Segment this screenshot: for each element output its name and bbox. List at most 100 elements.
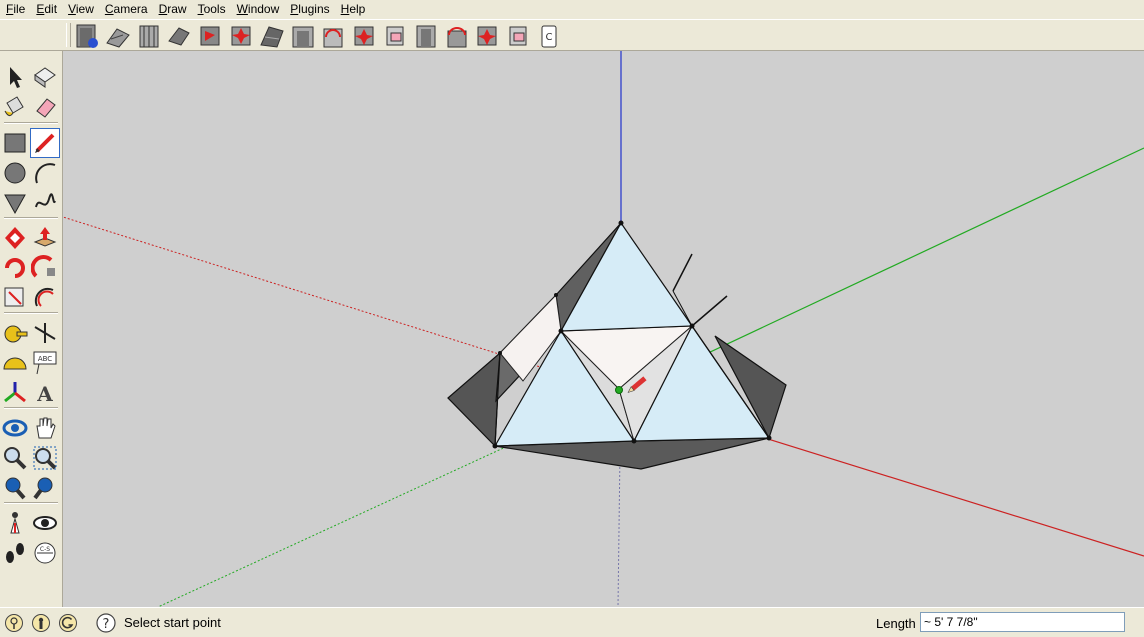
spike-2 — [691, 295, 728, 327]
zoom-extents-icon[interactable] — [1, 474, 29, 502]
sign-in-icon[interactable] — [58, 613, 78, 633]
eraser-frame-icon[interactable] — [382, 23, 408, 49]
model-canvas[interactable] — [63, 51, 1144, 607]
star-frame-icon[interactable] — [474, 23, 500, 49]
svg-text:A: A — [36, 382, 53, 406]
menu-accelerator-key: V — [68, 2, 76, 16]
vertex-top — [618, 220, 624, 226]
menu-accelerator-key: W — [236, 2, 248, 16]
text-tool-label: ABC — [38, 355, 52, 363]
vertex-bottom-left — [492, 443, 498, 449]
menu-label-rest: raw — [167, 2, 187, 16]
zoom-window-icon[interactable] — [31, 444, 59, 472]
walk-icon[interactable] — [1, 539, 29, 567]
tape-measure-icon[interactable] — [1, 319, 29, 347]
line-pencil-icon[interactable] — [30, 128, 60, 158]
vertex-left — [558, 328, 564, 334]
vertex-bottom-right — [766, 435, 772, 441]
scroll-icon[interactable]: C — [536, 23, 562, 49]
dimension-icon[interactable] — [31, 319, 59, 347]
door-frame-icon[interactable] — [290, 23, 316, 49]
offset-icon[interactable] — [31, 284, 59, 312]
credits-icon[interactable] — [31, 613, 51, 633]
make-component-icon[interactable] — [31, 63, 59, 91]
menu-label-rest: ile — [13, 2, 26, 16]
zoom-icon[interactable] — [1, 444, 29, 472]
menu-label-rest: ools — [203, 2, 226, 16]
menu-label-rest: iew — [75, 2, 94, 16]
large-tool-set-panel: ABC A C-S — [0, 51, 63, 607]
status-bar: ? Select start point Length — [0, 607, 1144, 637]
position-camera-icon[interactable] — [1, 509, 29, 537]
tool-separator — [4, 502, 58, 504]
select-icon[interactable] — [1, 63, 29, 91]
measurements-input[interactable] — [920, 612, 1125, 632]
axes-icon[interactable] — [1, 379, 29, 407]
pink-frame-icon[interactable] — [505, 23, 531, 49]
eraser-icon[interactable] — [31, 93, 59, 121]
circle-icon[interactable] — [1, 159, 29, 187]
window-unit-icon[interactable] — [351, 23, 377, 49]
vertex-right — [689, 323, 695, 329]
svg-text:?: ? — [103, 617, 110, 632]
follow-me-icon[interactable] — [30, 254, 59, 282]
blue-axis-hidden — [617, 450, 621, 607]
tool-separator — [4, 407, 58, 409]
menu-label-rest: indow — [247, 2, 280, 16]
vertex-bottom-mid — [631, 438, 637, 444]
toolbar-grip[interactable] — [66, 23, 71, 47]
look-around-icon[interactable] — [31, 509, 59, 537]
3d-text-icon[interactable]: A — [31, 379, 59, 407]
pyramid-model[interactable] — [447, 220, 787, 470]
window-tool-icon[interactable] — [197, 23, 223, 49]
geo-location-icon[interactable] — [4, 613, 24, 633]
roof-truss-icon[interactable] — [259, 23, 285, 49]
arch-window-icon[interactable] — [320, 23, 346, 49]
move-icon[interactable] — [1, 224, 29, 252]
arch-door-icon[interactable] — [444, 23, 470, 49]
tool-separator — [4, 122, 58, 124]
menu-label-rest: lugins — [298, 2, 330, 16]
menu-help[interactable]: Help — [335, 0, 371, 19]
railing-icon[interactable] — [136, 23, 162, 49]
doors-icon[interactable] — [74, 23, 100, 49]
red-axis-hidden — [63, 216, 624, 394]
menu-draw[interactable]: Draw — [153, 0, 192, 19]
menu-window[interactable]: Window — [231, 0, 285, 19]
menu-label-rest: dit — [44, 2, 58, 16]
menu-view[interactable]: View — [62, 0, 99, 19]
paint-bucket-icon[interactable] — [1, 93, 29, 121]
menu-tools[interactable]: Tools — [192, 0, 231, 19]
polygon-icon[interactable] — [1, 189, 29, 217]
instructor-help-icon[interactable]: ? — [96, 613, 116, 633]
stairs-icon[interactable] — [105, 23, 131, 49]
menu-camera[interactable]: Camera — [99, 0, 153, 19]
rotate-icon[interactable] — [1, 254, 29, 282]
pan-icon[interactable] — [31, 414, 59, 442]
3d-viewport[interactable] — [63, 51, 1144, 607]
menu-plugins[interactable]: Plugins — [284, 0, 334, 19]
text-icon[interactable]: ABC — [31, 349, 59, 377]
previous-view-icon[interactable] — [31, 474, 59, 502]
arc-icon[interactable] — [31, 159, 59, 187]
sash-icon[interactable] — [228, 23, 254, 49]
tool-separator — [4, 312, 58, 314]
protractor-icon[interactable] — [1, 349, 29, 377]
menu-edit[interactable]: Edit — [30, 0, 62, 19]
orbit-icon[interactable] — [1, 414, 29, 442]
menu-file[interactable]: File — [0, 0, 30, 19]
plugin-toolbar: C — [0, 19, 1144, 51]
freehand-icon[interactable] — [31, 189, 59, 217]
status-message: Select start point — [124, 615, 221, 630]
scale-icon[interactable] — [1, 284, 29, 312]
roof-icon[interactable] — [166, 23, 192, 49]
spike-1 — [672, 253, 693, 292]
column-icon[interactable] — [413, 23, 439, 49]
vertex-back — [554, 293, 558, 297]
menu-accelerator-key: C — [104, 2, 114, 16]
back-face-left — [447, 351, 501, 448]
push-pull-icon[interactable] — [31, 224, 59, 252]
menu-bar: File Edit View Camera Draw Tools Window Plugins… — [0, 0, 1144, 19]
section-plane-icon[interactable]: C-S — [31, 539, 59, 567]
rectangle-icon[interactable] — [1, 129, 29, 157]
